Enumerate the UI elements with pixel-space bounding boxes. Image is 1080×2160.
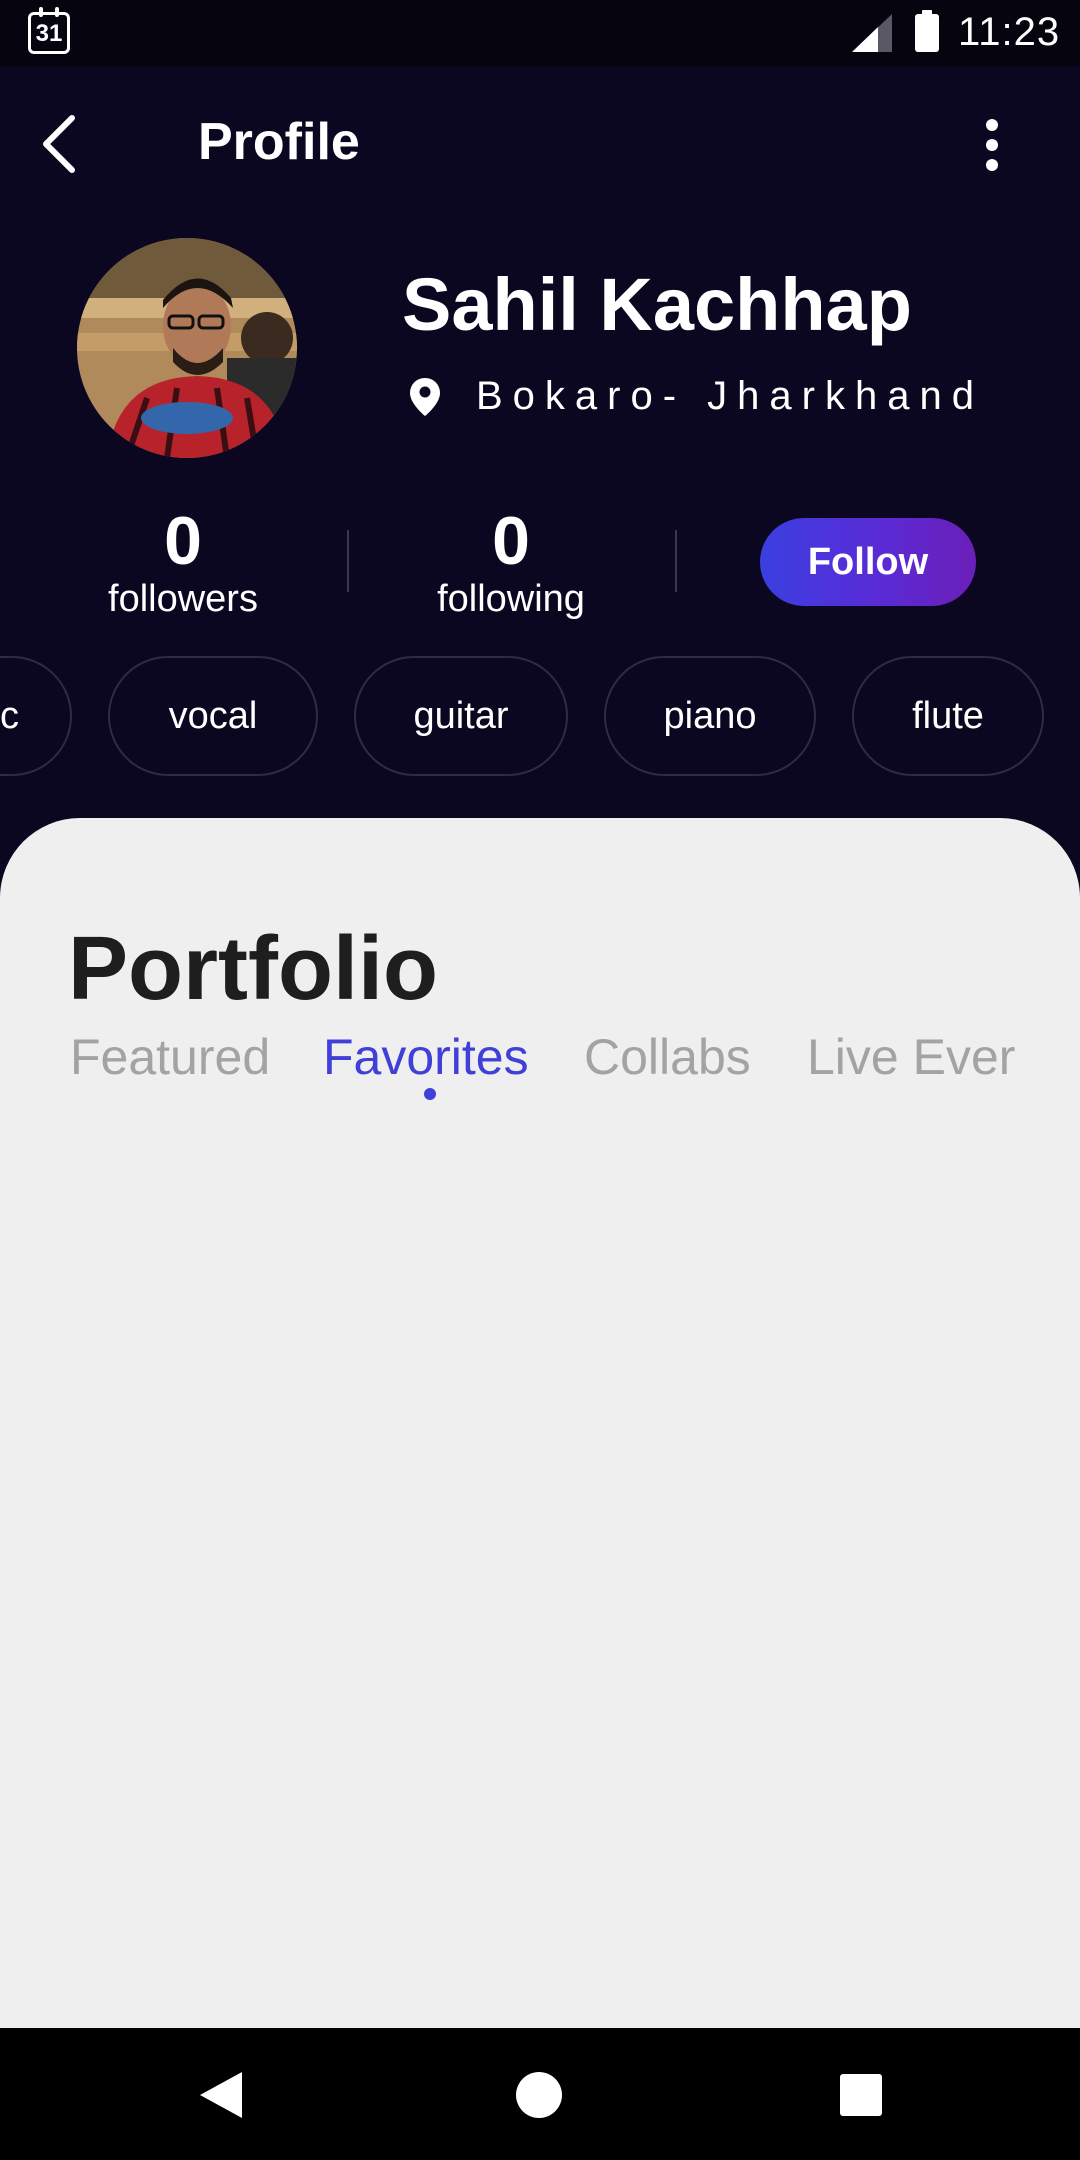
more-options-icon[interactable] [976, 118, 1008, 172]
user-name: Sahil Kachhap [402, 263, 912, 346]
chip-guitar[interactable]: guitar [354, 656, 568, 776]
nav-back-icon[interactable] [198, 2070, 244, 2120]
nav-recents-icon[interactable] [840, 2074, 882, 2116]
chip-c[interactable]: c [0, 656, 72, 776]
skill-chips: c vocal guitar piano flute [0, 656, 1080, 780]
followers-label: followers [108, 578, 258, 620]
tab-collabs[interactable]: Collabs [584, 1028, 751, 1086]
chip-flute[interactable]: flute [852, 656, 1044, 776]
stats-divider [347, 530, 349, 592]
nav-home-icon[interactable] [516, 2072, 562, 2118]
signal-icon [852, 14, 892, 52]
avatar [77, 238, 297, 458]
back-arrow-icon[interactable] [38, 112, 88, 176]
status-bar: 31 11:23 [0, 0, 1080, 66]
battery-icon [915, 10, 939, 52]
page-title: Profile [198, 113, 360, 171]
tab-favorites[interactable]: Favorites [323, 1028, 529, 1086]
tab-featured[interactable]: Featured [70, 1028, 270, 1086]
location-text: Bokaro- Jharkhand [476, 374, 984, 418]
calendar-icon: 31 [28, 7, 70, 54]
followers-count: 0 [164, 503, 202, 579]
status-time: 11:23 [958, 10, 1061, 54]
stats-divider [675, 530, 677, 592]
chip-vocal[interactable]: vocal [108, 656, 318, 776]
active-tab-indicator [424, 1088, 436, 1100]
following-label: following [437, 578, 585, 620]
portfolio-title: Portfolio [68, 919, 438, 1019]
tab-live-events[interactable]: Live Ever [807, 1028, 1015, 1086]
following-count: 0 [492, 503, 530, 579]
chip-piano[interactable]: piano [604, 656, 816, 776]
follow-button[interactable]: Follow [760, 518, 976, 606]
portfolio-sheet: Portfolio Featured Favorites Collabs Liv… [0, 818, 1080, 2028]
system-nav-bar [0, 2028, 1080, 2160]
location-pin-icon [410, 378, 440, 416]
